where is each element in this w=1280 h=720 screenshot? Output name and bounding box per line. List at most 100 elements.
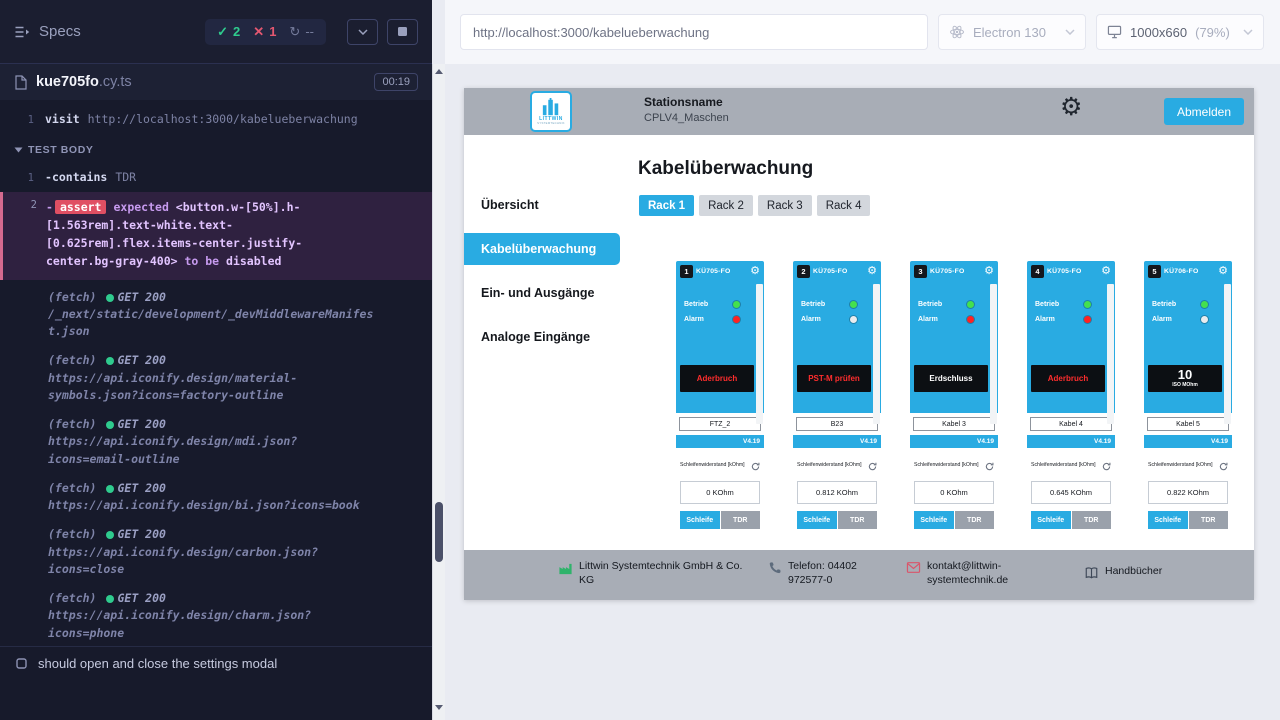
nav-item[interactable]: Übersicht — [464, 189, 620, 221]
stop-button[interactable] — [387, 19, 418, 45]
tdr-button[interactable]: TDR — [838, 511, 878, 529]
viewport-select[interactable]: 1000x660 (79%) — [1096, 14, 1264, 50]
nav-item[interactable]: Kabelüberwachung — [464, 233, 620, 265]
schleife-button[interactable]: Schleife — [1031, 511, 1071, 529]
rack-tab[interactable]: Rack 4 — [817, 195, 871, 216]
command-number: 2 — [3, 199, 37, 270]
refresh-icon[interactable] — [868, 462, 877, 473]
visit-command-row[interactable]: 1 visithttp://localhost:3000/kabelueberw… — [0, 107, 432, 132]
rack-tab[interactable]: Rack 3 — [758, 195, 812, 216]
card-scrollbar-strip[interactable] — [1107, 284, 1114, 424]
tdr-button[interactable]: TDR — [955, 511, 995, 529]
url-input[interactable] — [460, 14, 928, 50]
fetch-log-list: (fetch)GET 200 /_next/static/development… — [0, 283, 432, 648]
nav-item-label: Ein- und Ausgänge — [481, 286, 594, 300]
measurement-value: 0.645 KOhm — [1031, 481, 1111, 504]
card-model-label: KÜ706-FO — [1164, 268, 1198, 275]
browser-select[interactable]: Electron 130 — [938, 14, 1086, 50]
status-display: PST-M prüfen — [797, 365, 871, 392]
settings-gear-icon[interactable]: ⚙ — [1060, 95, 1082, 120]
scrollbar-thumb[interactable] — [435, 502, 443, 562]
reporter-scrollbar[interactable] — [432, 64, 445, 720]
card-header: 3 KÜ705-FO ⚙ — [910, 261, 998, 278]
footer-phone[interactable]: Telefon: 04402 972577-0 — [768, 560, 886, 587]
fetch-log-row[interactable]: (fetch)GET 200 https://api.iconify.desig… — [0, 346, 432, 410]
fetch-url: /_next/static/development/_devMiddleware… — [48, 306, 378, 341]
spec-name[interactable]: kue705fo.cy.ts — [36, 74, 132, 90]
refresh-icon[interactable] — [1219, 462, 1228, 473]
viewport-size: 1000x660 — [1130, 25, 1187, 40]
card-gear-icon[interactable]: ⚙ — [1218, 266, 1228, 277]
scroll-up-arrow[interactable] — [435, 69, 443, 74]
card-gear-icon[interactable]: ⚙ — [984, 266, 994, 277]
card-scrollbar-strip[interactable] — [873, 284, 880, 424]
schleife-button[interactable]: Schleife — [1148, 511, 1188, 529]
cable-band: Kabel 3 — [910, 413, 998, 435]
fetch-log-row[interactable]: (fetch)GET 200 /_next/static/development… — [0, 283, 432, 347]
browser-name: Electron 130 — [973, 25, 1046, 40]
monitor-icon — [1107, 25, 1122, 39]
card-header: 1 KÜ705-FO ⚙ — [676, 261, 764, 278]
refresh-icon[interactable] — [751, 462, 760, 473]
iso-unit: ISO MOhm — [1172, 383, 1198, 389]
collapse-button[interactable] — [347, 19, 378, 45]
nav-item[interactable]: Ein- und Ausgänge — [464, 277, 620, 309]
fetch-log-row[interactable]: (fetch)GET 200 https://api.iconify.desig… — [0, 584, 432, 648]
schleife-button[interactable]: Schleife — [797, 511, 837, 529]
footer-email-text: kontakt@littwin-systemtechnik.de — [927, 560, 1056, 587]
card-model-label: KÜ705-FO — [930, 268, 964, 275]
device-card: 1 KÜ705-FO ⚙ Betrieb — [676, 261, 764, 549]
specs-list-icon — [14, 25, 30, 39]
scroll-down-arrow[interactable] — [435, 705, 443, 710]
contains-command-row[interactable]: 1 containsTDR — [0, 165, 432, 190]
status-ok-dot — [106, 595, 114, 603]
footer-email[interactable]: kontakt@littwin-systemtechnik.de — [906, 560, 1056, 587]
fetch-url: https://api.iconify.design/carbon.json?i… — [48, 544, 378, 579]
fetch-log-row[interactable]: (fetch)GET 200 https://api.iconify.desig… — [0, 520, 432, 584]
device-card: 5 KÜ706-FO ⚙ Betrieb — [1144, 261, 1232, 549]
schleife-button[interactable]: Schleife — [914, 511, 954, 529]
alarm-label: Alarm — [684, 316, 704, 323]
rack-tab[interactable]: Rack 1 — [639, 195, 694, 216]
card-scrollbar-strip[interactable] — [1224, 284, 1231, 424]
schleife-button[interactable]: Schleife — [680, 511, 720, 529]
assert-to-be: to be — [178, 254, 226, 268]
fetch-label: (fetch) — [48, 353, 96, 367]
card-gear-icon[interactable]: ⚙ — [867, 266, 877, 277]
cable-name: B23 — [796, 417, 878, 431]
factory-icon — [558, 561, 573, 576]
next-test-row[interactable]: should open and close the settings modal — [0, 646, 432, 680]
pending-count: -- — [305, 24, 314, 39]
fetch-url: https://api.iconify.design/charm.json?ic… — [48, 607, 378, 642]
footer-manuals-text: Handbücher — [1105, 565, 1162, 579]
status-display: Aderbruch — [680, 365, 754, 392]
fetch-label: (fetch) — [48, 417, 96, 431]
fetch-log-row[interactable]: (fetch)GET 200 https://api.iconify.desig… — [0, 474, 432, 521]
refresh-icon[interactable] — [985, 462, 994, 473]
test-body-section[interactable]: TEST BODY — [0, 132, 432, 165]
firmware-version: V4.19 — [910, 435, 998, 448]
chevron-down-icon — [1243, 29, 1253, 35]
measurement-section: Schleifenwiderstand [kOhm] 0 KOhm Schlei… — [910, 448, 998, 549]
card-gear-icon[interactable]: ⚙ — [1101, 266, 1111, 277]
rack-tab[interactable]: Rack 2 — [699, 195, 753, 216]
led-rows: Betrieb Alarm — [793, 301, 881, 323]
specs-menu[interactable]: Specs — [14, 23, 81, 40]
passed-icon: ✓ — [217, 24, 228, 40]
card-scrollbar-strip[interactable] — [990, 284, 997, 424]
logout-button[interactable]: Abmelden — [1164, 98, 1244, 125]
fetch-log-row[interactable]: (fetch)GET 200 https://api.iconify.desig… — [0, 410, 432, 474]
failed-assert-row[interactable]: 2 assertexpected <button.w-[50%].h-[1.56… — [0, 192, 432, 279]
book-icon — [1084, 566, 1099, 580]
tdr-button[interactable]: TDR — [721, 511, 761, 529]
footer-manuals[interactable]: Handbücher — [1084, 565, 1162, 580]
spec-file-icon — [14, 75, 27, 90]
tdr-button[interactable]: TDR — [1072, 511, 1112, 529]
refresh-icon[interactable] — [1102, 462, 1111, 473]
firmware-version: V4.19 — [676, 435, 764, 448]
nav-item-label: Übersicht — [481, 198, 539, 212]
tdr-button[interactable]: TDR — [1189, 511, 1229, 529]
nav-item[interactable]: Analoge Eingänge — [464, 321, 620, 353]
card-gear-icon[interactable]: ⚙ — [750, 266, 760, 277]
card-scrollbar-strip[interactable] — [756, 284, 763, 424]
